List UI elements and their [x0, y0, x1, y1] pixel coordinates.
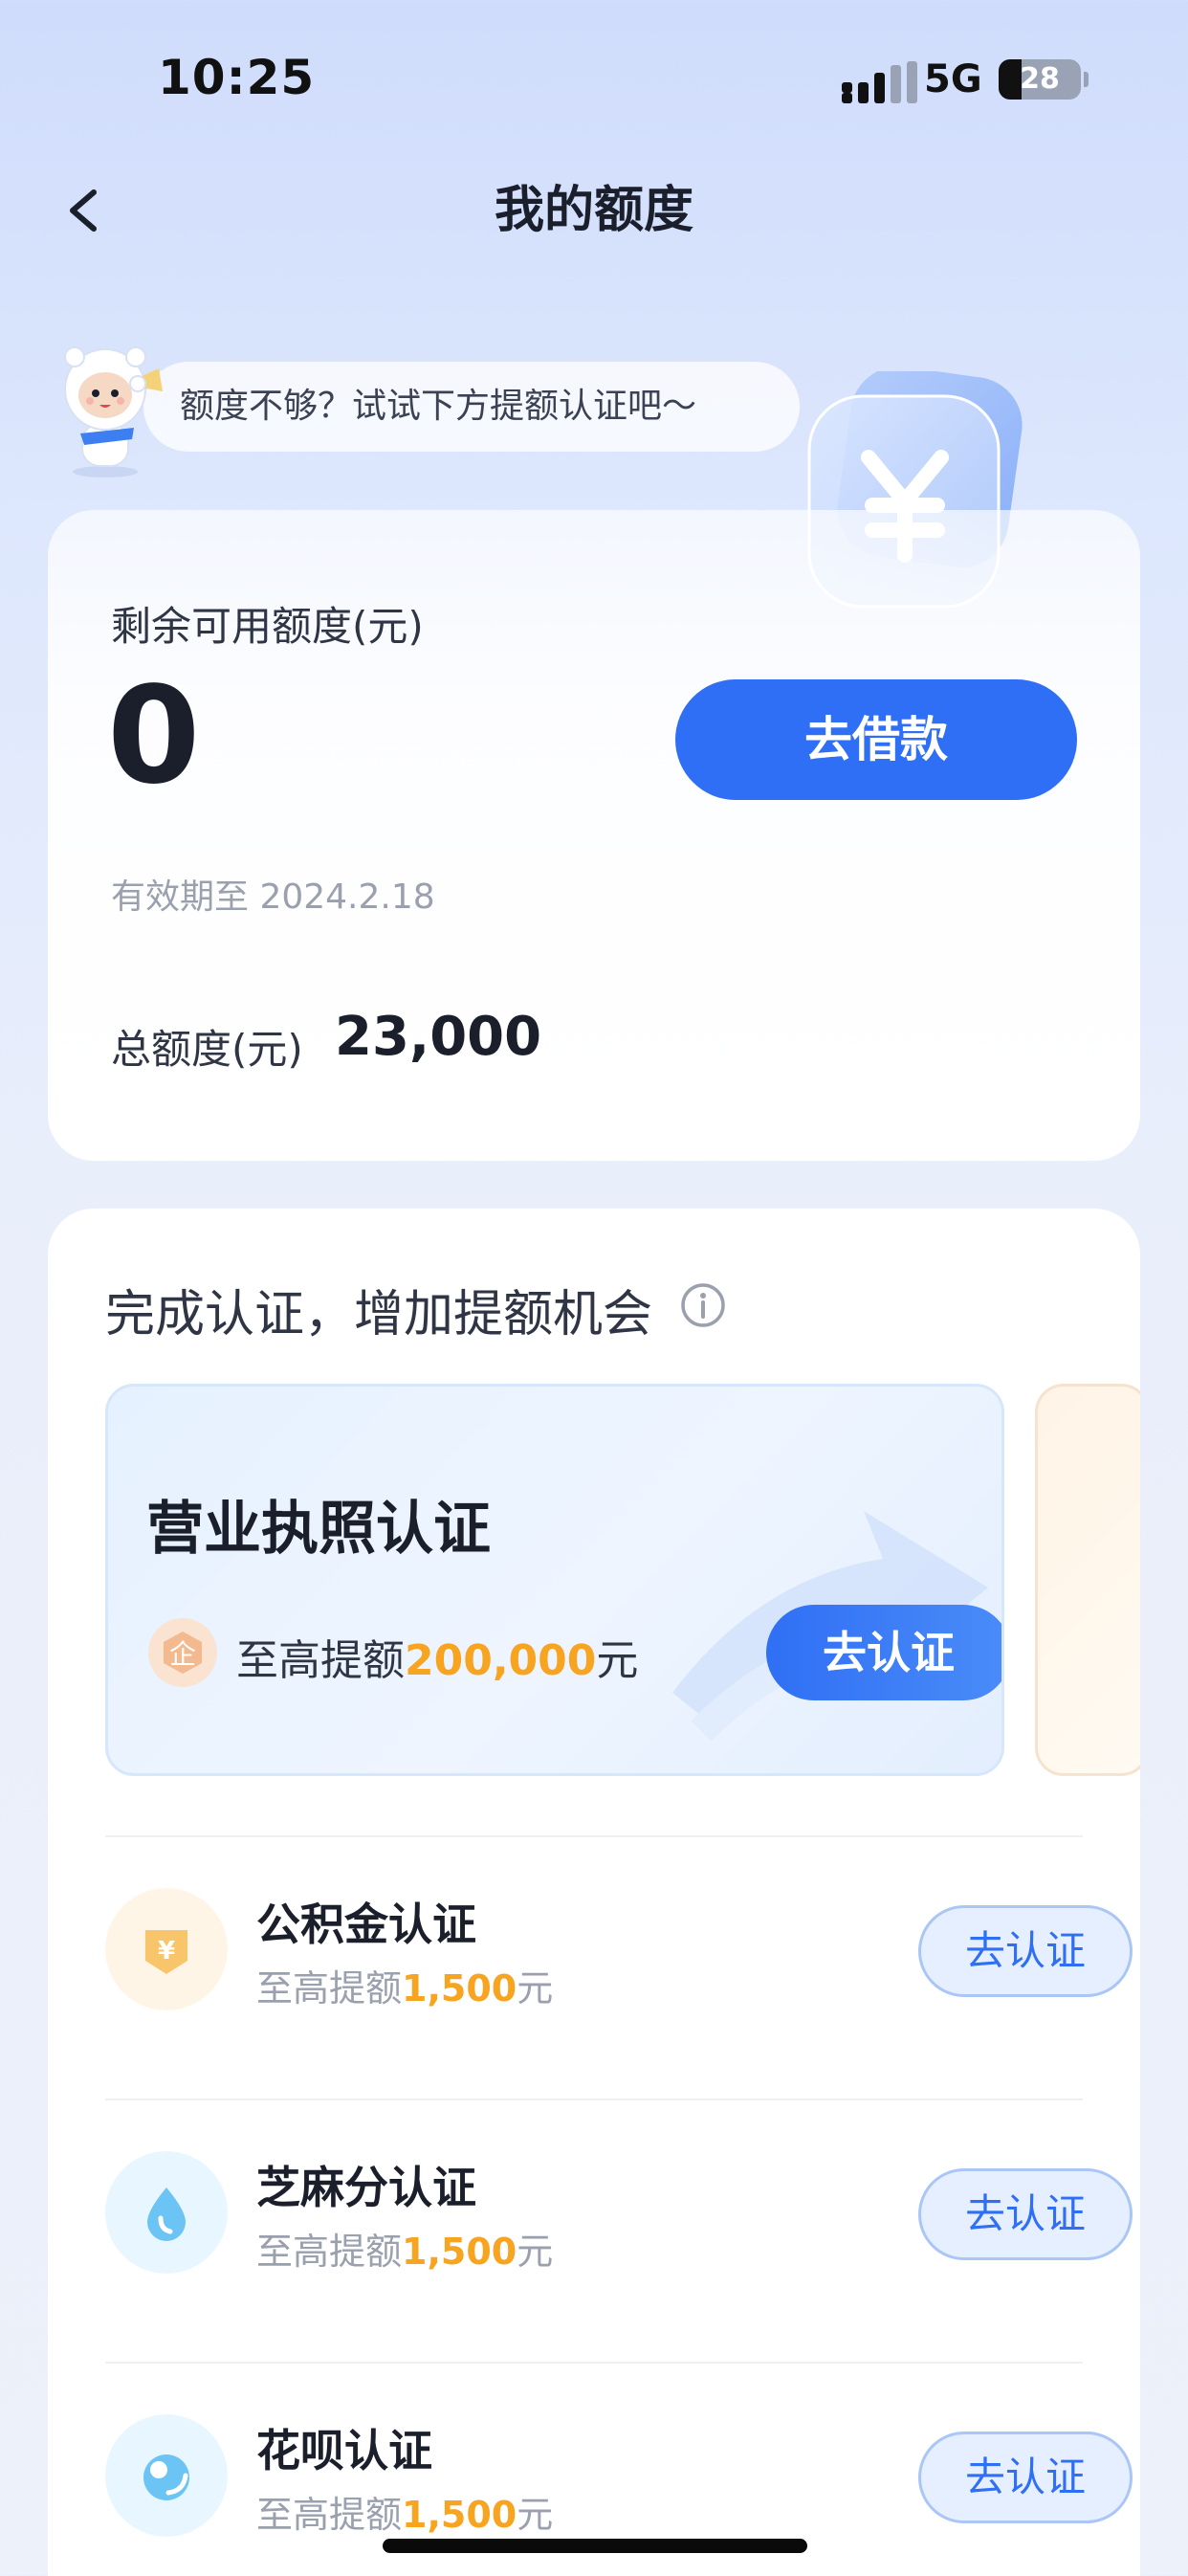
info-icon[interactable] [679, 1281, 727, 1329]
quota-amount: 1,500 [402, 2494, 517, 2536]
quota-unit: 元 [517, 1967, 554, 2010]
status-bar: 10:25 5G 28 [0, 0, 1188, 153]
chevron-left-icon [70, 189, 97, 232]
business-license-card[interactable]: 营业执照认证 企 至高提额200,000元 去认证 [105, 1384, 1004, 1776]
cert-row-housing-fund: ¥ 公积金认证 至高提额1,500元 去认证 [105, 1869, 1133, 2032]
cert-quota: 至高提额1,500元 [256, 1959, 553, 2011]
sesame-score-certify-button[interactable]: 去认证 [918, 2168, 1133, 2260]
network-type: 5G [924, 57, 982, 101]
business-license-quota: 至高提额200,000元 [236, 1626, 638, 1687]
cert-row-sesame-score: 芝麻分认证 至高提额1,500元 去认证 [105, 2132, 1133, 2295]
quota-amount: 200,000 [405, 1636, 597, 1685]
quota-unit: 元 [517, 2231, 554, 2273]
business-license-certify-button[interactable]: 去认证 [766, 1605, 1001, 1700]
housing-fund-certify-button[interactable]: 去认证 [918, 1905, 1133, 1997]
page-title: 我的额度 [494, 182, 693, 239]
remaining-credit-label: 剩余可用额度(元) [111, 603, 424, 650]
cert-row-huabei: 花呗认证 至高提额1,500元 去认证 [105, 2395, 1133, 2558]
credit-summary-card: 剩余可用额度(元) 0 去借款 有效期至 2024.2.18 总额度(元) 23… [48, 510, 1140, 1161]
cert-quota: 至高提额1,500元 [256, 2485, 553, 2538]
total-credit-value: 23,000 [335, 1006, 542, 1068]
quota-prefix: 至高提额 [256, 2494, 403, 2536]
quota-unit: 元 [596, 1636, 639, 1685]
housing-fund-icon: ¥ [105, 1888, 228, 2010]
divider [105, 2099, 1083, 2100]
cellular-signal-icon [842, 61, 917, 103]
quota-amount: 1,500 [402, 2231, 517, 2273]
business-license-title: 营业执照认证 [146, 1496, 491, 1563]
cert-name: 花呗认证 [256, 2425, 432, 2476]
cert-name: 公积金认证 [256, 1899, 476, 1950]
battery-icon: 28 [999, 59, 1081, 100]
sesame-drop-icon [105, 2151, 228, 2274]
quota-unit: 元 [517, 2494, 554, 2536]
quota-prefix: 至高提额 [256, 2231, 403, 2273]
quota-prefix: 至高提额 [236, 1636, 405, 1685]
svg-text:企: 企 [169, 1638, 196, 1670]
enterprise-coin-icon: 企 [148, 1618, 217, 1687]
huabei-certify-button[interactable]: 去认证 [918, 2432, 1133, 2523]
back-button[interactable] [54, 182, 111, 239]
mascot-illustration [64, 346, 163, 477]
certification-title: 完成认证，增加提额机会 [105, 1286, 653, 1344]
home-indicator[interactable] [383, 2539, 807, 2553]
total-credit-label: 总额度(元) [111, 1026, 303, 1073]
tip-bubble: 额度不够？试试下方提额认证吧～ [143, 362, 800, 452]
remaining-credit-value: 0 [107, 658, 201, 814]
quota-prefix: 至高提额 [256, 1967, 403, 2010]
status-time: 10:25 [158, 50, 316, 105]
validity-date: 有效期至 2024.2.18 [111, 877, 435, 917]
borrow-button[interactable]: 去借款 [675, 679, 1077, 800]
battery-tip [1084, 72, 1089, 87]
next-featured-card-peek[interactable] [1035, 1384, 1140, 1776]
divider [105, 2362, 1083, 2364]
cert-name: 芝麻分认证 [256, 2162, 476, 2213]
quota-amount: 1,500 [402, 1967, 517, 2010]
svg-text:¥: ¥ [158, 1937, 175, 1965]
cert-quota: 至高提额1,500元 [256, 2222, 553, 2275]
huabei-icon [105, 2414, 228, 2537]
divider [105, 1835, 1083, 1837]
battery-percent: 28 [1020, 62, 1060, 96]
certification-card: 完成认证，增加提额机会 营业执照认证 企 至高提额200,000元 去认证 ¥ … [48, 1209, 1140, 2576]
